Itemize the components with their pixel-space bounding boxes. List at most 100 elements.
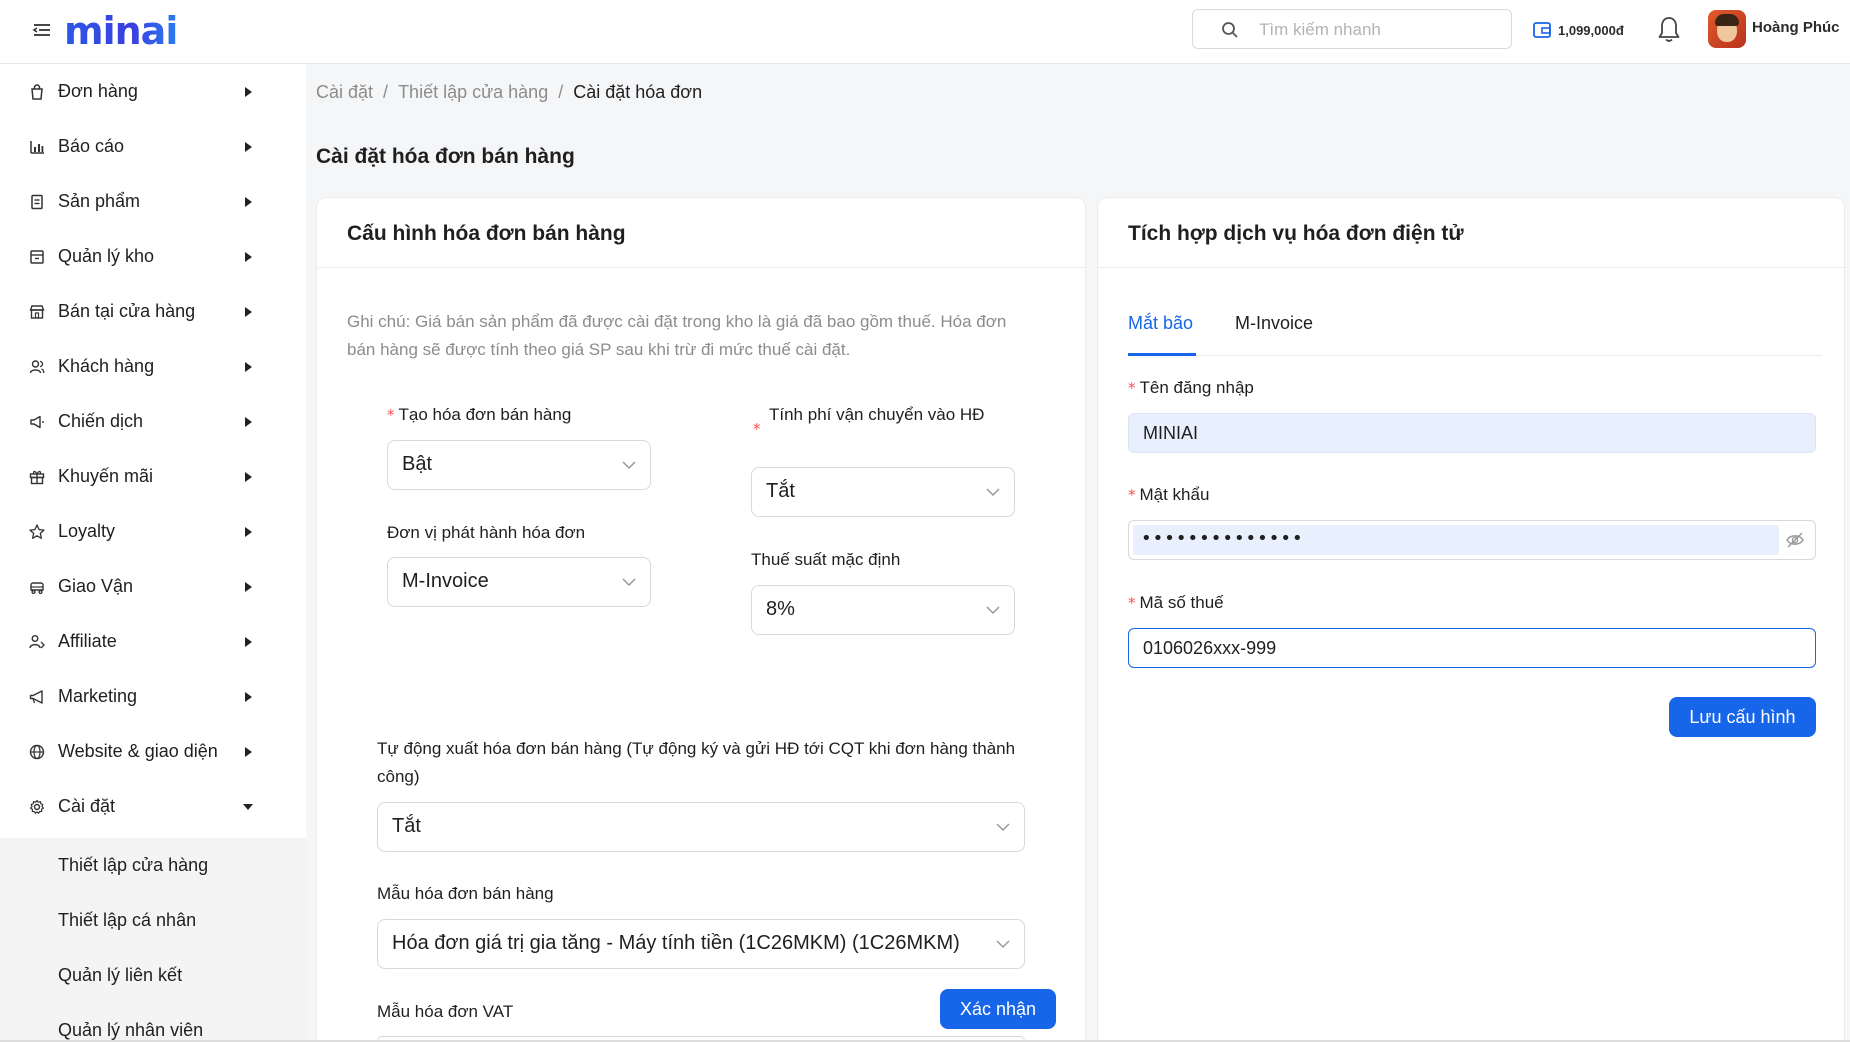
- app-logo[interactable]: minai: [64, 8, 178, 54]
- truck-icon: [30, 581, 44, 594]
- card-title: Tích hợp dịch vụ hóa đơn điện tử: [1128, 222, 1464, 245]
- eye-off-icon[interactable]: [1785, 531, 1805, 549]
- search-box[interactable]: [1192, 9, 1512, 49]
- sidebar-item-customers[interactable]: Khách hàng: [0, 339, 306, 394]
- select-value: 8%: [766, 598, 795, 620]
- select-value: Tắt: [392, 815, 421, 837]
- settings-submenu: Thiết lập cửa hàng Thiết lập cá nhân Quả…: [0, 838, 306, 1042]
- invoice-template-label: Mẫu hóa đơn bán hàng: [377, 884, 554, 903]
- tab-m-invoice[interactable]: M-Invoice: [1235, 306, 1313, 356]
- search-input[interactable]: [1259, 18, 1499, 42]
- invoice-note: Ghi chú: Giá bán sản phẩm đã được cài đặ…: [347, 312, 1007, 359]
- sidebar-item-warehouse[interactable]: Quản lý kho: [0, 229, 306, 284]
- issuer-select[interactable]: M-Invoice: [387, 557, 651, 607]
- sidebar-item-label: Giao Vận: [58, 576, 134, 596]
- caret-right-icon: [245, 196, 252, 207]
- sidebar-item-label: Khách hàng: [58, 356, 155, 376]
- submenu-item-staff-management[interactable]: Quản lý nhân viên: [0, 1003, 306, 1042]
- breadcrumb-separator: /: [558, 82, 564, 102]
- sidebar-item-in-store[interactable]: Bán tại cửa hàng: [0, 284, 306, 339]
- confirm-button[interactable]: Xác nhận: [940, 989, 1056, 1029]
- chevron-down-icon: [622, 578, 636, 587]
- sidebar-item-shipping[interactable]: Giao Vận: [0, 559, 306, 614]
- sidebar-item-loyalty[interactable]: Loyalty: [0, 504, 306, 559]
- globe-icon: [29, 744, 45, 759]
- caret-right-icon: [245, 691, 252, 702]
- menu-icon[interactable]: [32, 20, 52, 40]
- create-invoice-label: * Tạo hóa đơn bán hàng: [387, 401, 571, 429]
- card-header: Tích hợp dịch vụ hóa đơn điện tử: [1098, 198, 1844, 268]
- user-name[interactable]: Hoàng Phúc: [1752, 19, 1840, 36]
- sidebar-item-marketing[interactable]: Marketing: [0, 669, 306, 724]
- password-label-text: Mật khẩu: [1139, 485, 1210, 504]
- submenu-item-personal-setup[interactable]: Thiết lập cá nhân: [0, 893, 306, 948]
- wallet-icon: [1533, 22, 1551, 38]
- default-tax-label: Thuế suất mặc định: [751, 550, 901, 569]
- chevron-down-icon: [986, 488, 1000, 497]
- submenu-item-label: Quản lý liên kết: [58, 965, 183, 985]
- sidebar-item-promotions[interactable]: Khuyến mãi: [0, 449, 306, 504]
- caret-right-icon: [245, 86, 252, 97]
- submenu-item-link-management[interactable]: Quản lý liên kết: [0, 948, 306, 1003]
- tax-code-label: * Mã số thuế: [1128, 589, 1224, 617]
- megaphone-icon: [29, 689, 43, 704]
- e-invoice-integration-card: Tích hợp dịch vụ hóa đơn điện tử Mắt bão…: [1097, 197, 1845, 1040]
- campaign-icon: [30, 415, 44, 428]
- users-icon: [29, 359, 45, 373]
- password-input[interactable]: ••••••••••••••: [1128, 520, 1816, 560]
- wallet-balance[interactable]: 1,099,000đ: [1532, 18, 1624, 42]
- breadcrumb-item-settings[interactable]: Cài đặt: [316, 82, 373, 102]
- breadcrumb-item-current: Cài đặt hóa đơn: [573, 82, 703, 102]
- top-bar: minai 1,099,000đ Hoàng Phúc: [0, 0, 1850, 64]
- save-config-button[interactable]: Lưu cấu hình: [1669, 697, 1816, 737]
- tax-code-label-text: Mã số thuế: [1139, 593, 1224, 612]
- caret-right-icon: [245, 361, 252, 372]
- sidebar: Đơn hàng Báo cáo Sản phẩm Quản lý kho Bá…: [0, 64, 306, 1042]
- breadcrumb-separator: /: [383, 82, 389, 102]
- shipping-fee-select[interactable]: Tắt: [751, 467, 1015, 517]
- username-input[interactable]: [1128, 413, 1816, 453]
- breadcrumb: Cài đặt / Thiết lập cửa hàng / Cài đặt hóa đ…: [316, 82, 702, 103]
- sidebar-item-settings[interactable]: Cài đặt: [0, 779, 306, 834]
- sidebar-item-label: Chiến dịch: [58, 411, 144, 431]
- invoice-template-select[interactable]: Hóa đơn giá trị gia tăng - Máy tính tiền…: [377, 919, 1025, 969]
- password-value: ••••••••••••••: [1141, 528, 1304, 549]
- sidebar-item-campaigns[interactable]: Chiến dịch: [0, 394, 306, 449]
- avatar-hair: [1715, 14, 1739, 26]
- sidebar-item-label: Báo cáo: [58, 136, 125, 156]
- caret-right-icon: [245, 581, 252, 592]
- sidebar-item-website[interactable]: Website & giao diện: [0, 724, 306, 779]
- required-marker: *: [387, 406, 395, 424]
- sidebar-item-orders[interactable]: Đơn hàng: [0, 64, 306, 119]
- avatar[interactable]: [1708, 10, 1746, 48]
- submenu-item-store-setup[interactable]: Thiết lập cửa hàng: [0, 838, 306, 893]
- product-icon: [31, 194, 43, 209]
- caret-right-icon: [245, 746, 252, 757]
- wallet-amount: 1,099,000đ: [1558, 22, 1624, 38]
- tax-code-input[interactable]: [1128, 628, 1816, 668]
- caret-right-icon: [245, 141, 252, 152]
- username-label: * Tên đăng nhập: [1128, 374, 1254, 402]
- sidebar-item-products[interactable]: Sản phẩm: [0, 174, 306, 229]
- shipping-fee-label-text: Tính phí vận chuyển vào HĐ: [769, 405, 985, 424]
- card-header: Cấu hình hóa đơn bán hàng: [317, 198, 1085, 268]
- submenu-item-label: Thiết lập cá nhân: [58, 910, 197, 930]
- sidebar-item-label: Sản phẩm: [58, 191, 141, 211]
- auto-export-select[interactable]: Tắt: [377, 802, 1025, 852]
- search-icon: [1222, 22, 1238, 38]
- sidebar-item-affiliate[interactable]: Affiliate: [0, 614, 306, 669]
- sidebar-item-label: Marketing: [58, 686, 138, 706]
- bag-icon: [31, 83, 43, 100]
- username-label-text: Tên đăng nhập: [1139, 378, 1254, 397]
- tab-mat-bao[interactable]: Mắt bão: [1128, 306, 1196, 356]
- vat-template-label: Mẫu hóa đơn VAT: [377, 1002, 514, 1021]
- sidebar-item-label: Bán tại cửa hàng: [58, 301, 196, 321]
- create-invoice-select[interactable]: Bật: [387, 440, 651, 490]
- default-tax-select[interactable]: 8%: [751, 585, 1015, 635]
- breadcrumb-item-store-setup[interactable]: Thiết lập cửa hàng: [398, 82, 548, 102]
- required-marker: *: [753, 420, 761, 438]
- select-value: Tắt: [766, 480, 795, 502]
- caret-right-icon: [245, 471, 252, 482]
- bell-icon[interactable]: [1656, 14, 1682, 44]
- sidebar-item-reports[interactable]: Báo cáo: [0, 119, 306, 174]
